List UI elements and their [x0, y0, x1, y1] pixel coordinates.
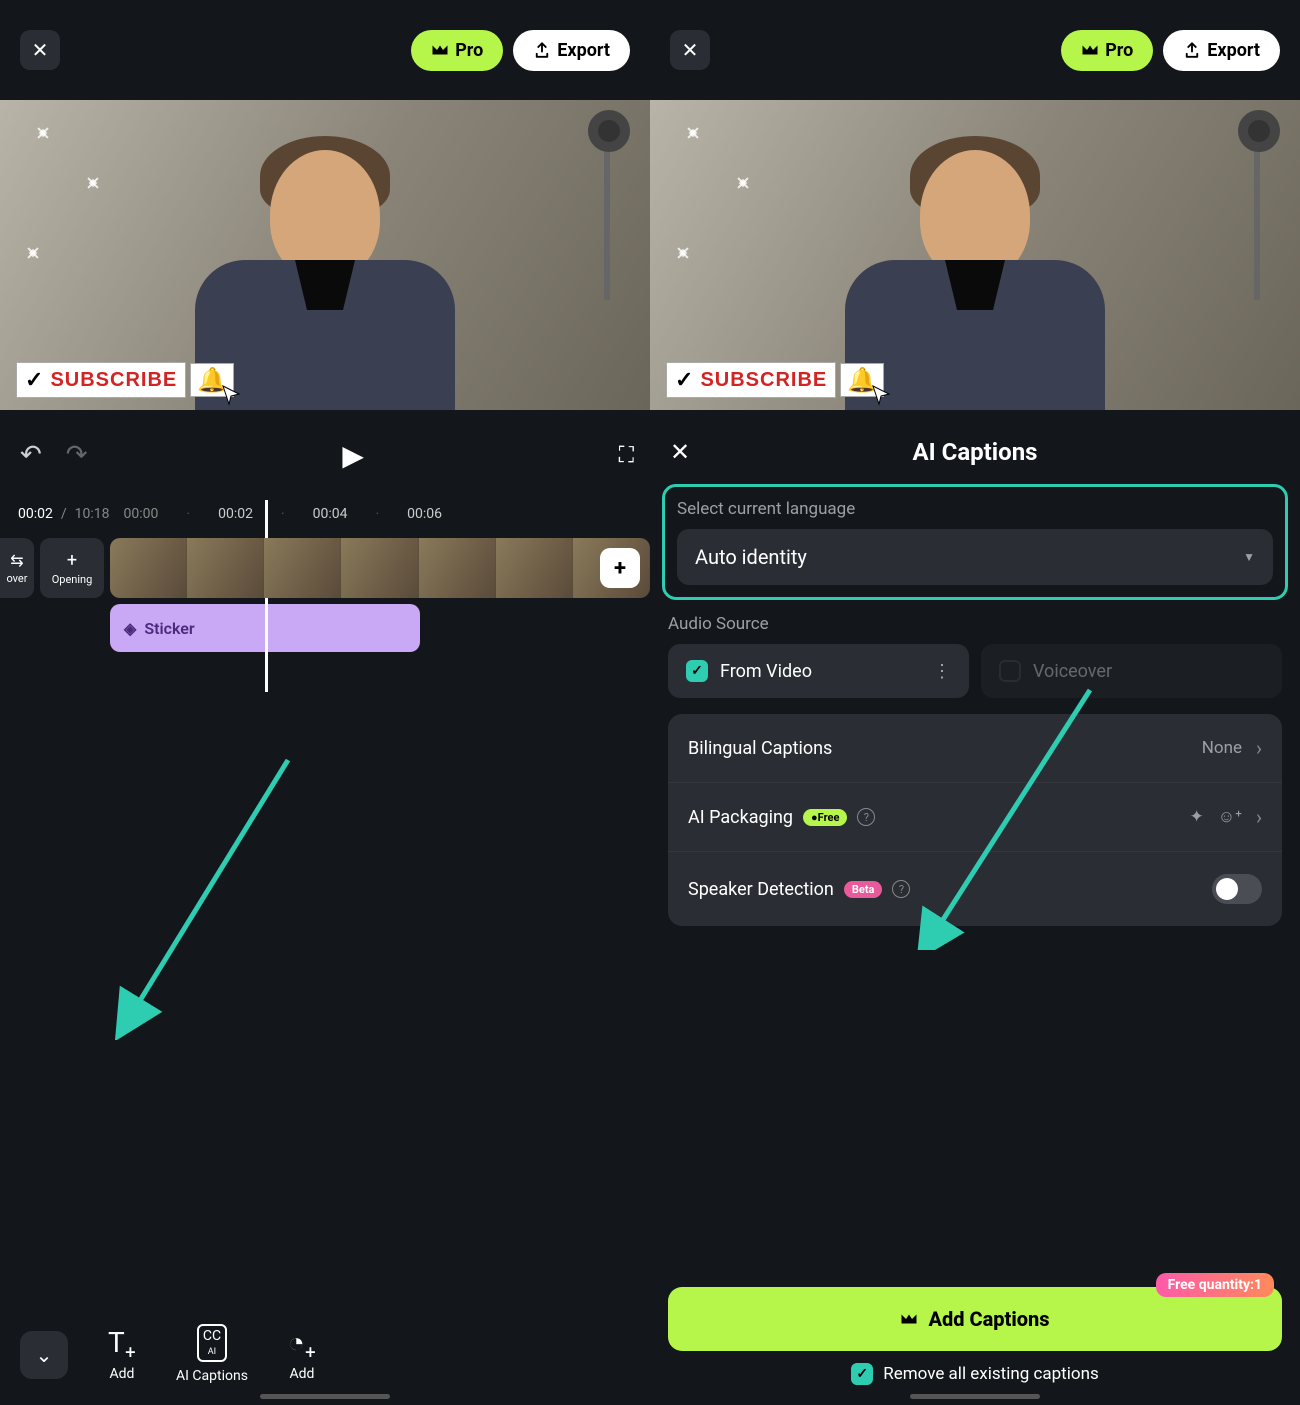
language-section-highlight: Select current language Auto identity ▼	[662, 484, 1288, 600]
close-button[interactable]: ✕	[20, 30, 60, 70]
effect-plus-icon: ◔₊	[288, 1326, 316, 1360]
bilingual-value: None	[1202, 738, 1242, 758]
cc-ai-icon: CCAI	[197, 1324, 227, 1362]
video-preview[interactable]: ✓ SUBSCRIBE 🔔	[650, 100, 1300, 410]
subscribe-overlay: ✓ SUBSCRIBE 🔔	[16, 362, 234, 398]
export-icon	[1183, 41, 1201, 59]
emoji-plus-icon: ☺⁺	[1218, 807, 1242, 827]
add-clip-button[interactable]: +	[600, 548, 640, 588]
sticker-label: Sticker	[144, 619, 194, 638]
cursor-icon	[219, 382, 243, 406]
fullscreen-button[interactable]: ⛶	[619, 443, 630, 468]
crown-icon	[431, 43, 449, 57]
current-time: 00:02	[18, 506, 53, 522]
subscribe-label: SUBSCRIBE	[50, 369, 177, 392]
home-indicator	[910, 1394, 1040, 1399]
beta-pill: Beta	[844, 881, 883, 898]
sparkle-icon: ✦	[1190, 807, 1204, 827]
export-button[interactable]: Export	[513, 30, 630, 71]
ai-packaging-row[interactable]: AI Packaging ●Free ? ✦ ☺⁺ ›	[668, 783, 1282, 852]
collapse-button[interactable]: ⌄	[20, 1331, 68, 1379]
cursor-icon	[869, 382, 893, 406]
opening-track-button[interactable]: + Opening	[40, 538, 104, 598]
undo-button[interactable]: ↶	[20, 440, 42, 470]
play-button[interactable]: ▶	[342, 439, 364, 472]
pro-button[interactable]: Pro	[1061, 30, 1153, 71]
help-icon[interactable]: ?	[857, 808, 875, 826]
text-plus-icon: T₊	[108, 1326, 136, 1360]
ai-captions-button[interactable]: CCAI AI Captions	[176, 1324, 248, 1385]
panel-title: AI Captions	[913, 438, 1038, 466]
export-button[interactable]: Export	[1163, 30, 1280, 71]
chevron-right-icon: ›	[1256, 805, 1262, 829]
check-icon: ✓	[675, 367, 694, 393]
video-track[interactable]: +	[110, 538, 650, 598]
speaker-detection-toggle[interactable]	[1212, 874, 1262, 904]
timecode-ruler[interactable]: 00:02/10:18 00:00 · 00:02 · 00:04 · 00:0…	[0, 500, 650, 528]
sticker-icon: ◈	[124, 619, 136, 638]
crown-icon	[900, 1312, 918, 1326]
add-effect-button[interactable]: ◔₊ Add	[268, 1326, 336, 1382]
add-captions-button[interactable]: Free quantity:1 Add Captions	[668, 1287, 1282, 1351]
close-button[interactable]: ✕	[670, 30, 710, 70]
home-indicator	[260, 1394, 390, 1399]
audio-source-label: Audio Source	[668, 614, 1282, 634]
audio-voiceover-option: Voiceover	[981, 644, 1282, 698]
checked-icon: ✓	[851, 1363, 873, 1385]
panel-close-button[interactable]: ✕	[670, 438, 690, 466]
redo-button[interactable]: ↷	[66, 440, 88, 470]
subscribe-overlay: ✓ SUBSCRIBE 🔔	[666, 362, 884, 398]
video-preview[interactable]: ✓ SUBSCRIBE 🔔	[0, 100, 650, 410]
help-icon[interactable]: ?	[892, 880, 910, 898]
bilingual-captions-row[interactable]: Bilingual Captions None ›	[668, 714, 1282, 783]
free-quantity-badge: Free quantity:1	[1156, 1273, 1274, 1297]
language-value: Auto identity	[695, 545, 807, 569]
chevron-right-icon: ›	[1256, 736, 1262, 760]
audio-from-video-option[interactable]: ✓ From Video ⋮	[668, 644, 969, 698]
check-icon: ✓	[25, 367, 44, 393]
cover-track-button[interactable]: ⇆ over	[0, 538, 34, 598]
language-label: Select current language	[677, 499, 1273, 519]
caret-down-icon: ▼	[1243, 550, 1255, 564]
crown-icon	[1081, 43, 1099, 57]
export-label: Export	[557, 40, 610, 61]
add-text-button[interactable]: T₊ Add	[88, 1326, 156, 1382]
more-menu-icon[interactable]: ⋮	[933, 661, 951, 682]
pro-button[interactable]: Pro	[411, 30, 503, 71]
export-icon	[533, 41, 551, 59]
language-select[interactable]: Auto identity ▼	[677, 529, 1273, 585]
checked-icon: ✓	[686, 660, 708, 682]
total-duration: 10:18	[75, 506, 110, 522]
pro-label: Pro	[455, 40, 483, 61]
free-pill: ●Free	[803, 809, 847, 826]
tutorial-arrow	[108, 740, 308, 1040]
speaker-detection-row[interactable]: Speaker Detection Beta ?	[668, 852, 1282, 926]
unchecked-icon	[999, 660, 1021, 682]
